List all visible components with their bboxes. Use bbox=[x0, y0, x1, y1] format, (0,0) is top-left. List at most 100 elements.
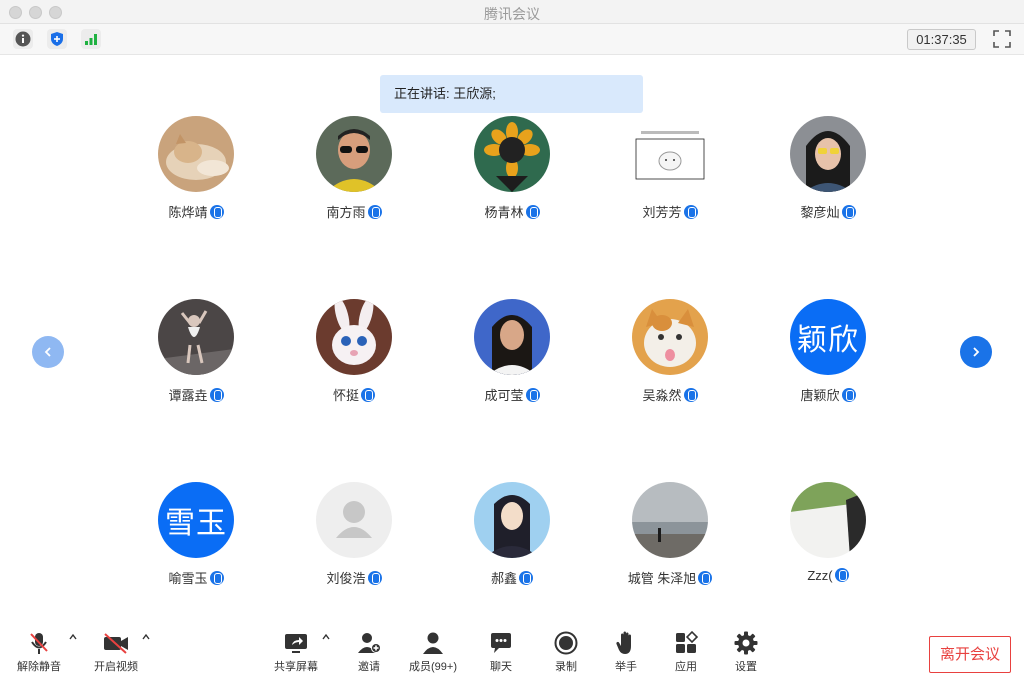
avatar bbox=[790, 482, 866, 558]
microphone-icon bbox=[698, 571, 713, 585]
participant-name: 黎彦灿 bbox=[800, 205, 840, 220]
avatar bbox=[474, 299, 550, 375]
record-icon bbox=[554, 631, 578, 655]
gear-icon bbox=[734, 631, 758, 655]
participant-name: 城管 朱泽旭 bbox=[627, 571, 697, 586]
microphone-icon bbox=[525, 388, 540, 402]
avatar bbox=[316, 116, 392, 192]
avatar: 雪玉 bbox=[158, 482, 234, 558]
raise-hand-icon bbox=[616, 631, 631, 654]
microphone-icon bbox=[519, 571, 533, 585]
microphone-icon bbox=[367, 205, 382, 219]
participant-tile[interactable]: 谭露垚 bbox=[116, 299, 276, 419]
meeting-toolbar: 解除静音 开启视频 共享屏幕 邀请 成员(99+) 聊天 录制 举手 应用 设置 bbox=[0, 626, 1024, 682]
chevron-up-icon[interactable] bbox=[321, 632, 331, 642]
avatar bbox=[632, 482, 708, 558]
share-screen-button[interactable]: 共享屏幕 bbox=[272, 630, 320, 674]
avatar bbox=[158, 116, 234, 192]
participant-tile[interactable]: 刘芳芳 bbox=[590, 116, 750, 236]
participant-name: 南方雨 bbox=[326, 205, 366, 220]
chevron-right-icon bbox=[973, 347, 980, 357]
participant-name: 喻雪玉 bbox=[168, 571, 208, 586]
avatar bbox=[158, 299, 234, 375]
microphone-icon bbox=[525, 205, 540, 219]
participant-tile[interactable]: 吴淼然 bbox=[590, 299, 750, 419]
participant-tile[interactable]: 黎彦灿 bbox=[748, 116, 908, 236]
participant-tile[interactable]: 南方雨 bbox=[274, 116, 434, 236]
apps-icon bbox=[676, 631, 698, 653]
add-user-icon bbox=[358, 633, 381, 653]
microphone-icon bbox=[683, 205, 698, 219]
participant-tile[interactable]: 怀挺 bbox=[274, 299, 434, 419]
share-screen-icon bbox=[285, 634, 307, 653]
participant-tile[interactable]: 颖欣 唐颖欣 bbox=[748, 299, 908, 419]
participant-name: 杨青林 bbox=[484, 205, 524, 220]
participant-name: 郝鑫 bbox=[490, 571, 517, 586]
info-icon[interactable] bbox=[13, 29, 33, 49]
window-title: 腾讯会议 bbox=[484, 6, 540, 22]
participant-name: 刘俊浩 bbox=[326, 571, 366, 586]
chevron-up-icon[interactable] bbox=[141, 632, 151, 642]
microphone-icon bbox=[834, 568, 849, 582]
participant-tile[interactable]: Zzz( bbox=[748, 482, 908, 602]
title-bar: 腾讯会议 bbox=[0, 0, 1024, 24]
participant-name: 唐颖欣 bbox=[800, 388, 840, 403]
participant-name: Zzz( bbox=[807, 568, 833, 583]
participant-tile[interactable]: 杨青林 bbox=[432, 116, 592, 236]
participant-tile[interactable]: 雪玉 喻雪玉 bbox=[116, 482, 276, 602]
status-bar: 01:37:35 bbox=[0, 24, 1024, 55]
avatar bbox=[316, 482, 392, 558]
start-video-button[interactable]: 开启视频 bbox=[92, 630, 140, 674]
participant-tile[interactable]: 成可莹 bbox=[432, 299, 592, 419]
chevron-up-icon[interactable] bbox=[68, 632, 78, 642]
participant-tile[interactable]: 刘俊浩 bbox=[274, 482, 434, 602]
default-person-icon bbox=[316, 482, 392, 558]
invite-button[interactable]: 邀请 bbox=[350, 630, 388, 674]
avatar bbox=[316, 299, 392, 375]
avatar bbox=[635, 119, 705, 189]
participant-name: 刘芳芳 bbox=[642, 205, 682, 220]
participant-tile[interactable]: 城管 朱泽旭 bbox=[590, 482, 750, 602]
microphone-icon bbox=[361, 388, 375, 402]
meeting-timer: 01:37:35 bbox=[907, 29, 976, 50]
avatar bbox=[790, 116, 866, 192]
fullscreen-icon[interactable] bbox=[992, 29, 1012, 49]
record-button[interactable]: 录制 bbox=[549, 630, 583, 674]
previous-page-button[interactable] bbox=[32, 336, 64, 368]
avatar bbox=[474, 116, 550, 192]
avatar: 颖欣 bbox=[790, 299, 866, 375]
leave-meeting-button[interactable]: 离开会议 bbox=[929, 636, 1011, 673]
microphone-icon bbox=[683, 388, 698, 402]
microphone-icon bbox=[367, 571, 382, 585]
microphone-icon bbox=[209, 571, 224, 585]
members-button[interactable]: 成员(99+) bbox=[404, 630, 462, 674]
participant-name: 吴淼然 bbox=[642, 388, 682, 403]
security-shield-icon[interactable] bbox=[47, 29, 67, 49]
microphone-muted-icon bbox=[30, 633, 48, 654]
members-icon bbox=[423, 632, 443, 654]
unmute-button[interactable]: 解除静音 bbox=[16, 630, 62, 674]
apps-button[interactable]: 应用 bbox=[669, 630, 703, 674]
participant-name: 怀挺 bbox=[332, 388, 359, 403]
participant-name: 陈烨靖 bbox=[168, 205, 208, 220]
chat-button[interactable]: 聊天 bbox=[484, 630, 518, 674]
camera-off-icon bbox=[104, 633, 128, 654]
microphone-icon bbox=[841, 205, 856, 219]
participant-name: 谭露垚 bbox=[168, 388, 208, 403]
raise-hand-button[interactable]: 举手 bbox=[609, 630, 643, 674]
settings-button[interactable]: 设置 bbox=[729, 630, 763, 674]
participant-name: 成可莹 bbox=[484, 388, 524, 403]
avatar bbox=[474, 482, 550, 558]
next-page-button[interactable] bbox=[960, 336, 992, 368]
microphone-icon bbox=[209, 205, 224, 219]
speaking-indicator: 正在讲话: 王欣源; bbox=[380, 75, 643, 113]
microphone-icon bbox=[209, 388, 224, 402]
signal-strength-icon[interactable] bbox=[81, 29, 101, 49]
avatar bbox=[632, 299, 708, 375]
chat-icon bbox=[491, 633, 511, 653]
participant-tile[interactable]: 郝鑫 bbox=[432, 482, 592, 602]
meeting-window: 腾讯会议 01:37:35 正在讲话: 王欣源; 陈烨靖 南方雨 杨青林 刘芳芳… bbox=[0, 0, 1024, 682]
chevron-left-icon bbox=[44, 347, 51, 357]
participant-tile[interactable]: 陈烨靖 bbox=[116, 116, 276, 236]
microphone-icon bbox=[841, 388, 856, 402]
